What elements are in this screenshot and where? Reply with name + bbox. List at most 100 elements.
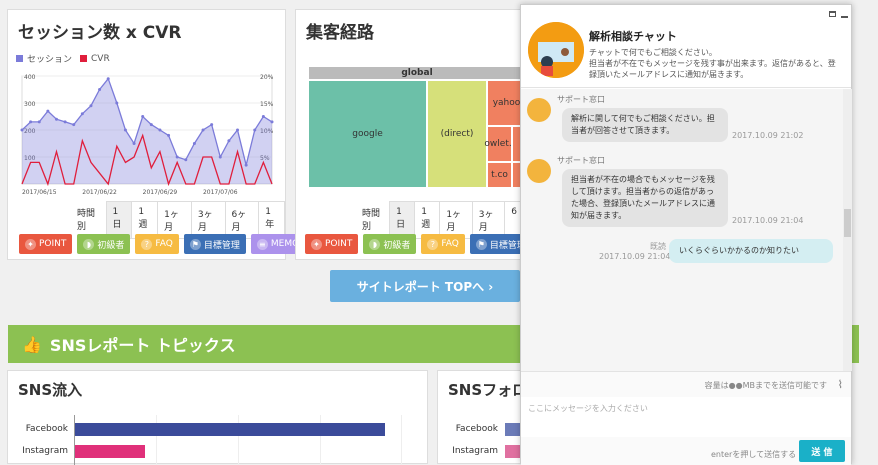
sessions-cvr-chart: 1002003004005%10%15%20%2017/06/152017/06…	[20, 74, 274, 196]
goal-label: 目標管理	[203, 240, 240, 251]
y-left-tick-label: 400	[24, 74, 36, 81]
sessions-point	[106, 77, 110, 81]
sessions-point	[132, 142, 136, 145]
route-flag-icon: ⚑	[475, 238, 487, 250]
follow-label-facebook: Facebook	[455, 424, 498, 434]
route-beginner-button[interactable]: ◗ 初級者	[363, 234, 417, 254]
bar-facebook	[75, 423, 385, 436]
legend-swatch-sessions	[16, 55, 23, 62]
route-faq-button[interactable]: ? FAQ	[421, 234, 465, 254]
sessions-point	[141, 115, 145, 118]
chat-operator-avatar	[528, 22, 584, 78]
message-input[interactable]: ここにメッセージを入力ください	[521, 397, 851, 437]
support-avatar	[527, 159, 551, 183]
send-hint: enterを押して送信する	[711, 450, 797, 459]
chat-input-area: 容量は●●MBまでを送信可能です ⌇ ここにメッセージを入力ください enter…	[521, 371, 851, 465]
beginner-label: 初級者	[97, 240, 125, 251]
minimize-window-icon[interactable]	[829, 11, 836, 17]
x-tick-label: 2017/06/15	[22, 189, 57, 196]
message-timestamp: 2017.10.09 21:02	[732, 131, 804, 140]
minimize-icon[interactable]	[841, 16, 848, 18]
chat-description: 担当者が不在でもメッセージを残す事が出来ます。返信があると、登録頂いたメールアド…	[589, 59, 836, 79]
route-lightbulb-icon: ✦	[311, 238, 322, 250]
sessions-point	[227, 139, 231, 143]
sns-inflow-title: SNS流入	[18, 381, 83, 399]
route-panel: 集客経路 global google (direct) yahoo owlet.…	[295, 9, 532, 260]
goal-button[interactable]: ⚑ 目標管理	[183, 234, 246, 254]
sessions-point	[46, 109, 50, 113]
sessions-point	[37, 120, 41, 124]
chat-subtitle: チャットで何でもご相談ください。	[589, 48, 717, 57]
treemap-tile-direct[interactable]: (direct)	[427, 80, 487, 188]
beginner-button[interactable]: ◗ 初級者	[77, 234, 131, 254]
cvr-panel-title: セッション数 x CVR	[18, 23, 182, 43]
point-button[interactable]: ✦ POINT	[19, 234, 73, 254]
chat-header: 解析相談チャット チャットで何でもご相談ください。 担当者が不在でもメッセージを…	[521, 5, 851, 88]
sessions-point	[270, 120, 274, 124]
message-timestamp: 2017.10.09 21:04	[599, 252, 671, 261]
thumbs-up-icon: 👍	[22, 334, 42, 354]
message-sender: サポート窓口	[557, 95, 605, 104]
bar-label-instagram: Instagram	[22, 446, 68, 456]
sessions-point	[201, 128, 205, 132]
y-right-tick-label: 20%	[260, 74, 274, 81]
x-tick-label: 2017/07/06	[203, 189, 238, 196]
sessions-point	[20, 128, 24, 132]
message-sender: サポート窓口	[557, 156, 605, 165]
bar-label-facebook: Facebook	[25, 424, 68, 434]
x-tick-label: 2017/06/22	[82, 189, 117, 196]
sessions-point	[72, 123, 76, 127]
legend-label-cvr: CVR	[91, 53, 110, 64]
sessions-point	[167, 133, 171, 137]
sessions-point	[210, 123, 214, 127]
chat-scrollbar-thumb[interactable]	[844, 209, 851, 237]
route-point-button[interactable]: ✦ POINT	[305, 234, 359, 254]
chat-title: 解析相談チャット	[589, 30, 677, 43]
sessions-point	[98, 88, 102, 91]
sessions-point	[253, 128, 257, 132]
question-icon: ?	[141, 238, 153, 250]
lightbulb-icon: ✦	[25, 238, 36, 250]
y-left-tick-label: 300	[24, 101, 36, 108]
sns-inflow-panel: SNS流入 Facebook Instagram	[7, 370, 428, 465]
message-bubble: 担当者が不在の場合でもメッセージを残して頂けます。担当者からの返信があった場合、…	[562, 169, 728, 227]
treemap-tile-tco[interactable]: t.co	[487, 162, 512, 188]
faq-button[interactable]: ? FAQ	[135, 234, 179, 254]
route-question-icon: ?	[427, 238, 439, 250]
sessions-point	[29, 120, 33, 124]
analysis-chat-window: 解析相談チャット チャットで何でもご相談ください。 担当者が不在でもメッセージを…	[520, 4, 852, 465]
sessions-point	[184, 158, 188, 162]
y-right-tick-label: 15%	[260, 101, 274, 108]
chat-message-list[interactable]: サポート窓口 解析に関して何でもご相談ください。担当者が回答させて頂きます。 2…	[521, 89, 843, 371]
sessions-point	[54, 117, 58, 121]
send-button[interactable]: 送 信	[799, 440, 845, 462]
message-read-status: 既読	[650, 242, 666, 251]
sns-follow-title: SNSフォロ	[448, 381, 528, 399]
route-help-buttons: ✦ POINT ◗ 初級者 ? FAQ ⚑ 目標管理	[305, 234, 532, 254]
paperclip-icon[interactable]: ⌇	[838, 378, 843, 391]
site-report-top-button[interactable]: サイトレポート TOPへ ›	[330, 270, 520, 302]
route-panel-title: 集客経路	[306, 23, 374, 43]
chart-legend: セッション CVR	[16, 52, 110, 65]
sessions-point	[80, 112, 84, 116]
chat-scrollbar[interactable]	[843, 89, 852, 371]
sessions-point	[261, 115, 265, 118]
treemap-tile-owlet[interactable]: owlet..	[484, 126, 515, 162]
sns-banner-title: SNSレポート トピックス	[49, 336, 236, 355]
support-avatar	[527, 98, 551, 122]
legend-label-sessions: セッション	[27, 55, 73, 65]
sessions-point	[244, 163, 248, 167]
sessions-point	[123, 128, 127, 132]
x-tick-label: 2017/06/29	[143, 189, 178, 196]
follow-label-instagram: Instagram	[452, 446, 498, 456]
sessions-point	[63, 120, 67, 124]
sessions-point	[218, 155, 222, 159]
sessions-point	[236, 128, 240, 132]
treemap-tile-google[interactable]: google	[308, 80, 427, 188]
beginner-icon: ◗	[83, 238, 95, 250]
flag-icon: ⚑	[189, 238, 201, 250]
route-point-label: POINT	[325, 239, 353, 249]
route-beginner-icon: ◗	[369, 238, 381, 250]
operator-illustration-icon	[528, 22, 584, 78]
route-beginner-label: 初級者	[383, 240, 411, 251]
